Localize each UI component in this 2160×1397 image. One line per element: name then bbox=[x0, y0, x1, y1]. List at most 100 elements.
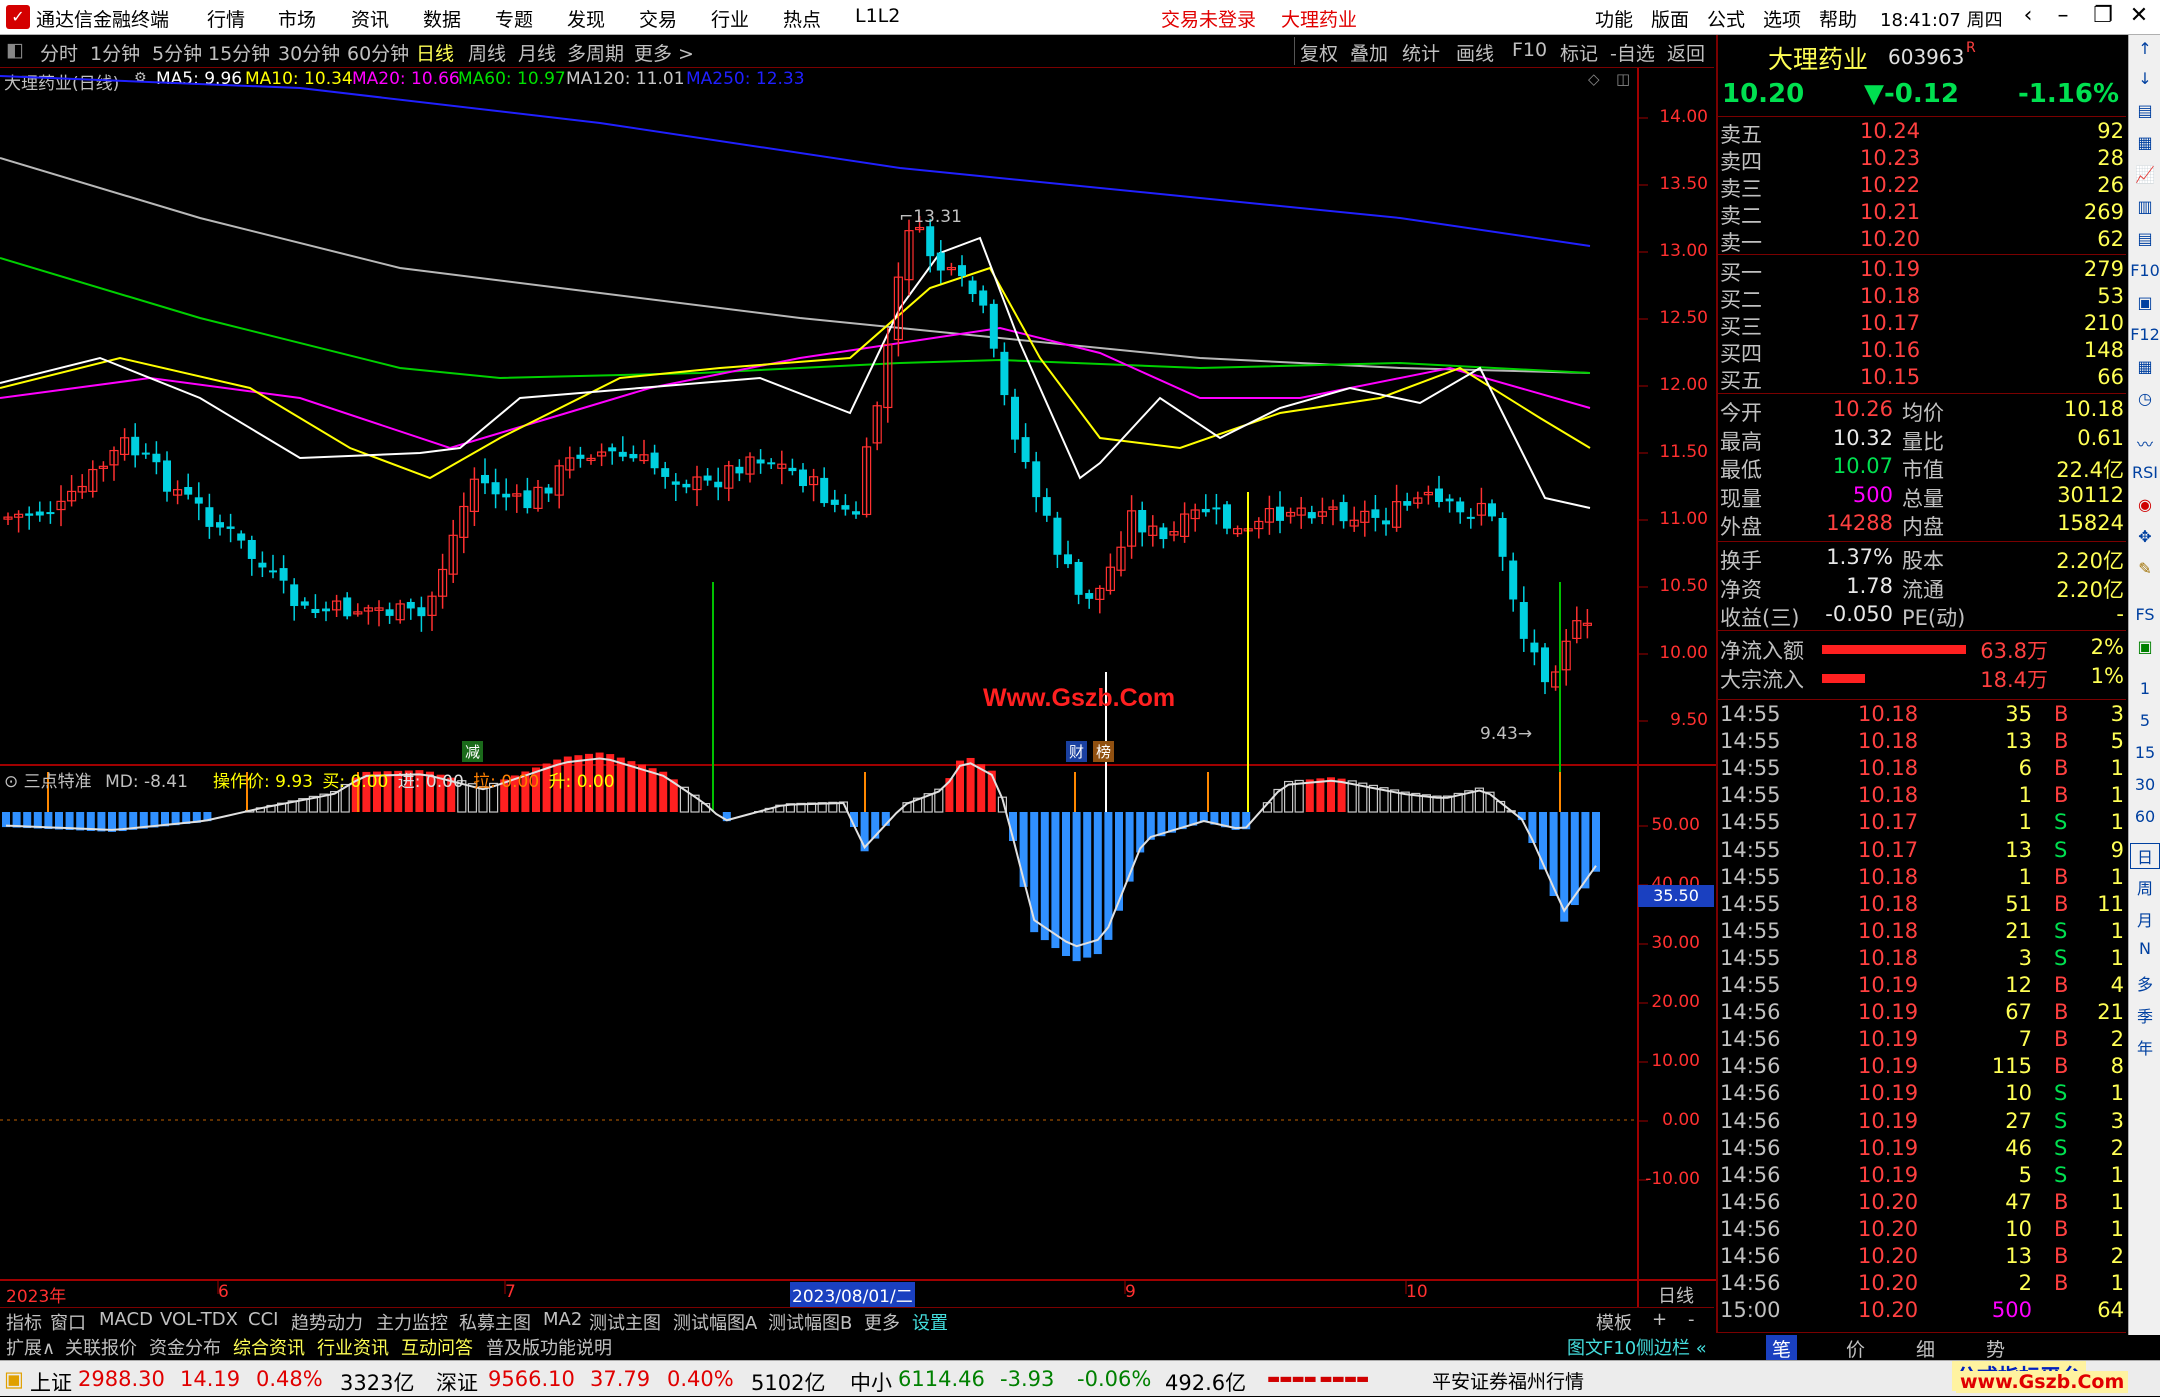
index-sz-name[interactable]: 深证 bbox=[436, 1367, 478, 1397]
bid-row[interactable]: 买三10.17210 bbox=[1718, 311, 2126, 338]
stat-row[interactable]: 现量500总量30112 bbox=[1718, 483, 2126, 510]
menu-discover[interactable]: 发现 bbox=[567, 5, 605, 32]
stat-row[interactable]: 收益(三)-0.050PE(动)- bbox=[1718, 602, 2126, 629]
tool-draw[interactable]: 画线 bbox=[1456, 39, 1494, 66]
tool-adjust[interactable]: 复权 bbox=[1300, 39, 1338, 66]
tab-qa[interactable]: 互动问答 bbox=[401, 1334, 473, 1360]
f13-icon[interactable]: ▦ bbox=[2129, 357, 2160, 376]
period-intraday[interactable]: 分时 bbox=[40, 39, 78, 66]
menu-options[interactable]: 选项 bbox=[1763, 5, 1801, 32]
tick-row[interactable]: 14:5510.1713S9 bbox=[1718, 838, 2126, 865]
stat-row[interactable]: 外盘14288内盘15824 bbox=[1718, 511, 2126, 538]
tab-ticks[interactable]: 笔 bbox=[1766, 1335, 1797, 1362]
scroll-up-icon[interactable]: ↑ bbox=[2129, 39, 2160, 58]
current-stock-alert[interactable]: 大理药业 bbox=[1281, 5, 1357, 32]
tab-vol-tdx[interactable]: VOL-TDX bbox=[160, 1309, 238, 1330]
tool-watchlist[interactable]: -自选 bbox=[1610, 39, 1655, 66]
menu-formula[interactable]: 公式 bbox=[1707, 5, 1745, 32]
bid-row[interactable]: 买二10.1853 bbox=[1718, 284, 2126, 311]
tick-row[interactable]: 14:5510.181B1 bbox=[1718, 865, 2126, 892]
menu-data[interactable]: 数据 bbox=[423, 5, 461, 32]
bid-row[interactable]: 买一10.19279 bbox=[1718, 257, 2126, 284]
tab-industry-news[interactable]: 行业资讯 bbox=[317, 1334, 389, 1360]
remove-window-button[interactable]: - bbox=[1688, 1309, 1695, 1330]
tick-row[interactable]: 14:5510.1912B4 bbox=[1718, 973, 2126, 1000]
stat-row[interactable]: 最高10.32量比0.61 bbox=[1718, 426, 2126, 453]
period-60min[interactable]: 60分钟 bbox=[347, 39, 409, 66]
tick-row[interactable]: 14:5510.181B1 bbox=[1718, 783, 2126, 810]
tab-price[interactable]: 价 bbox=[1846, 1335, 1865, 1362]
period-month-button[interactable]: 月 bbox=[2129, 907, 2160, 931]
tick-row[interactable]: 14:5610.1927S3 bbox=[1718, 1109, 2126, 1136]
tick-row[interactable]: 14:5610.1946S2 bbox=[1718, 1136, 2126, 1163]
kline-chart[interactable] bbox=[0, 68, 1716, 1308]
tab-fund-distribution[interactable]: 资金分布 bbox=[149, 1334, 221, 1360]
tick-row[interactable]: 14:5610.19115B8 bbox=[1718, 1054, 2126, 1081]
tab-general-news[interactable]: 综合资讯 bbox=[233, 1334, 305, 1360]
tick-row[interactable]: 14:5510.1835B3 bbox=[1718, 702, 2126, 729]
index-sme-name[interactable]: 中小 bbox=[850, 1367, 892, 1397]
period-60-button[interactable]: 60 bbox=[2129, 807, 2160, 826]
menu-trade[interactable]: 交易 bbox=[639, 5, 677, 32]
tick-row[interactable]: 14:5610.2047B1 bbox=[1718, 1190, 2126, 1217]
stat-row[interactable]: 最低10.07市值22.4亿 bbox=[1718, 454, 2126, 481]
tool-mark[interactable]: 标记 bbox=[1560, 39, 1598, 66]
tick-row[interactable]: 14:5510.186B1 bbox=[1718, 756, 2126, 783]
tab-cci[interactable]: CCI bbox=[248, 1309, 278, 1330]
trade-login-status[interactable]: 交易未登录 bbox=[1161, 5, 1256, 32]
status-icon[interactable]: ▣ bbox=[4, 1367, 24, 1391]
table-icon[interactable]: ▤ bbox=[2129, 229, 2160, 248]
period-multi-button[interactable]: 多 bbox=[2129, 971, 2160, 995]
indicator-name[interactable]: 三点特准 bbox=[24, 772, 92, 792]
green-chart-icon[interactable]: ▣ bbox=[2129, 637, 2160, 656]
scroll-down-icon[interactable]: ↓ bbox=[2129, 69, 2160, 88]
menu-layout[interactable]: 版面 bbox=[1651, 5, 1689, 32]
ask-row[interactable]: 卖四10.2328 bbox=[1718, 146, 2126, 173]
menu-function[interactable]: 功能 bbox=[1595, 5, 1633, 32]
tool-f10[interactable]: F10 bbox=[1512, 39, 1547, 61]
tool-back[interactable]: 返回 bbox=[1667, 39, 1705, 66]
period-n-button[interactable]: N bbox=[2129, 939, 2160, 958]
ask-row[interactable]: 卖一10.2062 bbox=[1718, 227, 2126, 254]
move-icon[interactable]: ✥ bbox=[2129, 527, 2160, 546]
tick-row[interactable]: 14:5510.183S1 bbox=[1718, 946, 2126, 973]
menu-exchange[interactable]: 市场 bbox=[278, 5, 316, 32]
tab-expand[interactable]: 扩展∧ bbox=[6, 1334, 55, 1360]
tick-row[interactable]: 14:5510.171S1 bbox=[1718, 810, 2126, 837]
period-daily[interactable]: 日线 bbox=[416, 39, 454, 66]
tool-overlay[interactable]: 叠加 bbox=[1350, 39, 1388, 66]
tab-f10-graphic[interactable]: 图文F10 bbox=[1567, 1334, 1636, 1360]
tab-related-quotes[interactable]: 关联报价 bbox=[65, 1334, 137, 1360]
ask-row[interactable]: 卖二10.21269 bbox=[1718, 200, 2126, 227]
ask-row[interactable]: 卖三10.2226 bbox=[1718, 173, 2126, 200]
rsi-icon[interactable]: RSI bbox=[2129, 463, 2160, 482]
alert-icon[interactable]: ◉ bbox=[2129, 495, 2160, 514]
event-marker-reduce[interactable]: 减 bbox=[462, 741, 483, 762]
menu-help[interactable]: 帮助 bbox=[1819, 5, 1857, 32]
index-sh-name[interactable]: 上证 bbox=[30, 1367, 72, 1397]
indicator-settings-icon[interactable]: ⊙ bbox=[4, 772, 24, 792]
tick-row[interactable]: 14:5510.1813B5 bbox=[1718, 729, 2126, 756]
bid-row[interactable]: 买四10.16148 bbox=[1718, 338, 2126, 365]
period-1min[interactable]: 1分钟 bbox=[90, 39, 140, 66]
period-15-button[interactable]: 15 bbox=[2129, 743, 2160, 762]
tick-row[interactable]: 14:5510.1821S1 bbox=[1718, 919, 2126, 946]
event-marker-finance[interactable]: 财 bbox=[1066, 741, 1087, 762]
sidebar-toggle[interactable]: 侧边栏 « bbox=[1636, 1334, 1707, 1360]
list-icon[interactable]: ▤ bbox=[2129, 101, 2160, 120]
period-day-button[interactable]: 日 bbox=[2130, 843, 2160, 869]
tick-row[interactable]: 14:5610.202B1 bbox=[1718, 1271, 2126, 1298]
period-multi[interactable]: 多周期 bbox=[567, 39, 624, 66]
period-1-button[interactable]: 1 bbox=[2129, 679, 2160, 698]
add-window-button[interactable]: + bbox=[1652, 1309, 1667, 1330]
tab-detail[interactable]: 细 bbox=[1916, 1335, 1935, 1362]
period-more[interactable]: 更多 > bbox=[634, 39, 694, 66]
tick-row[interactable]: 14:5610.2013B2 bbox=[1718, 1244, 2126, 1271]
menu-l1l2[interactable]: L1L2 bbox=[855, 5, 900, 27]
fs-icon[interactable]: FS bbox=[2129, 605, 2160, 624]
period-5-button[interactable]: 5 bbox=[2129, 711, 2160, 730]
tick-row[interactable]: 14:5610.195S1 bbox=[1718, 1163, 2126, 1190]
bar-chart-icon[interactable]: ▥ bbox=[2129, 197, 2160, 216]
period-15min[interactable]: 15分钟 bbox=[208, 39, 270, 66]
stat-row[interactable]: 净资1.78流通2.20亿 bbox=[1718, 574, 2126, 601]
